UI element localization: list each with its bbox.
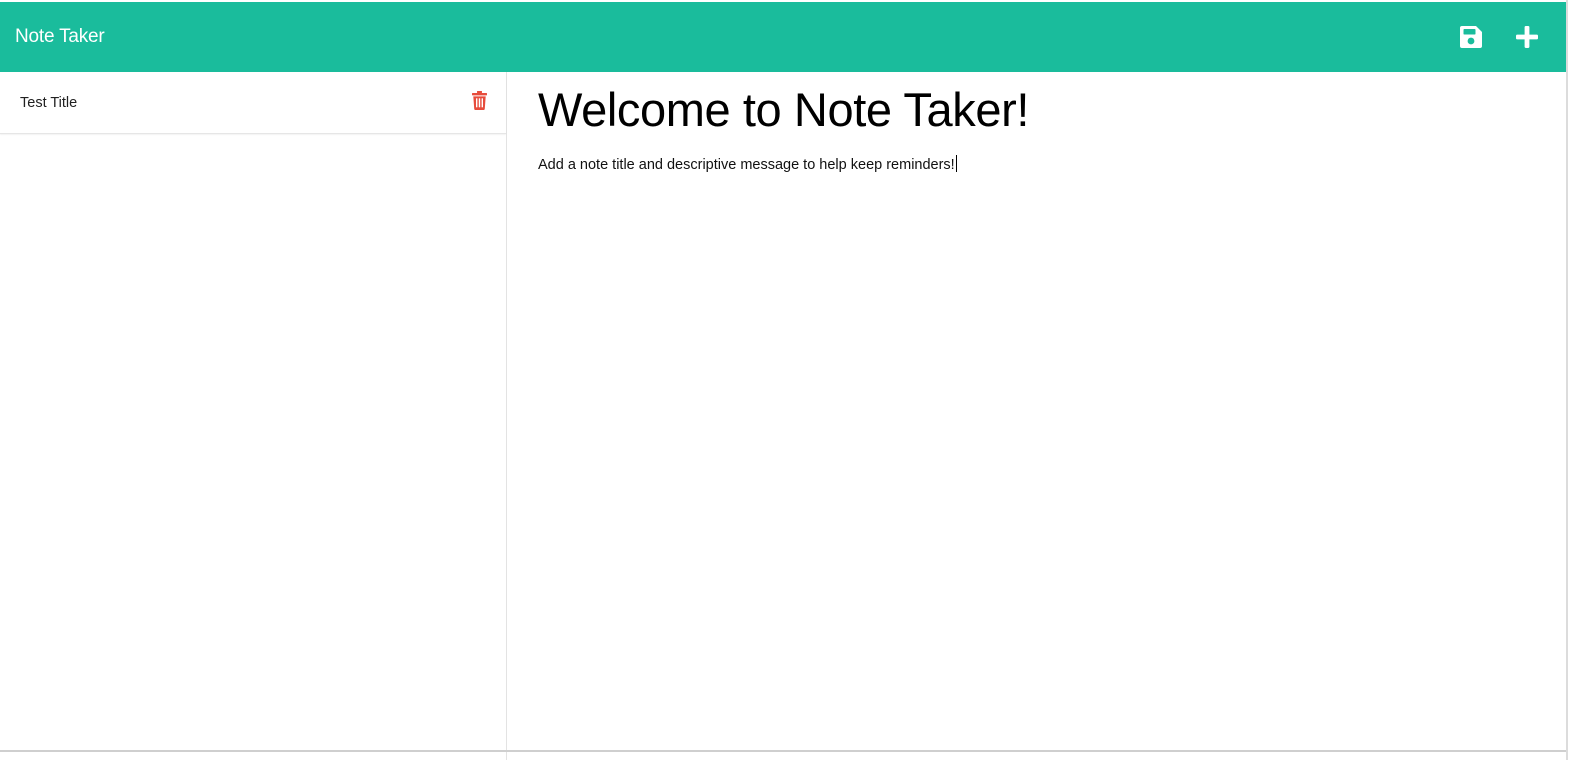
delete-note-button[interactable] [471,90,487,110]
brand-title[interactable]: Note Taker [15,26,105,48]
list-item[interactable]: Test Title [0,72,506,134]
plus-icon [1516,26,1538,48]
notes-list: Test Title [0,72,507,760]
new-note-button[interactable] [1514,24,1540,50]
note-editor: Welcome to Note Taker! Add a note title … [507,72,1566,760]
note-title-input[interactable]: Welcome to Note Taker! [538,84,1535,136]
floppy-disk-icon [1460,26,1482,48]
save-note-button[interactable] [1458,24,1484,50]
window-right-border [1566,0,1568,760]
window-bottom-border [0,750,1566,752]
trash-icon [471,90,487,110]
page: Note Taker Test Title Welcome to Note Ta… [0,0,1584,760]
text-cursor [955,155,957,172]
note-list-title: Test Title [20,94,78,111]
note-text-content: Add a note title and descriptive message… [538,157,955,173]
navbar-actions [1458,24,1553,50]
note-textarea[interactable]: Add a note title and descriptive message… [538,155,1535,174]
navbar: Note Taker [0,2,1568,72]
